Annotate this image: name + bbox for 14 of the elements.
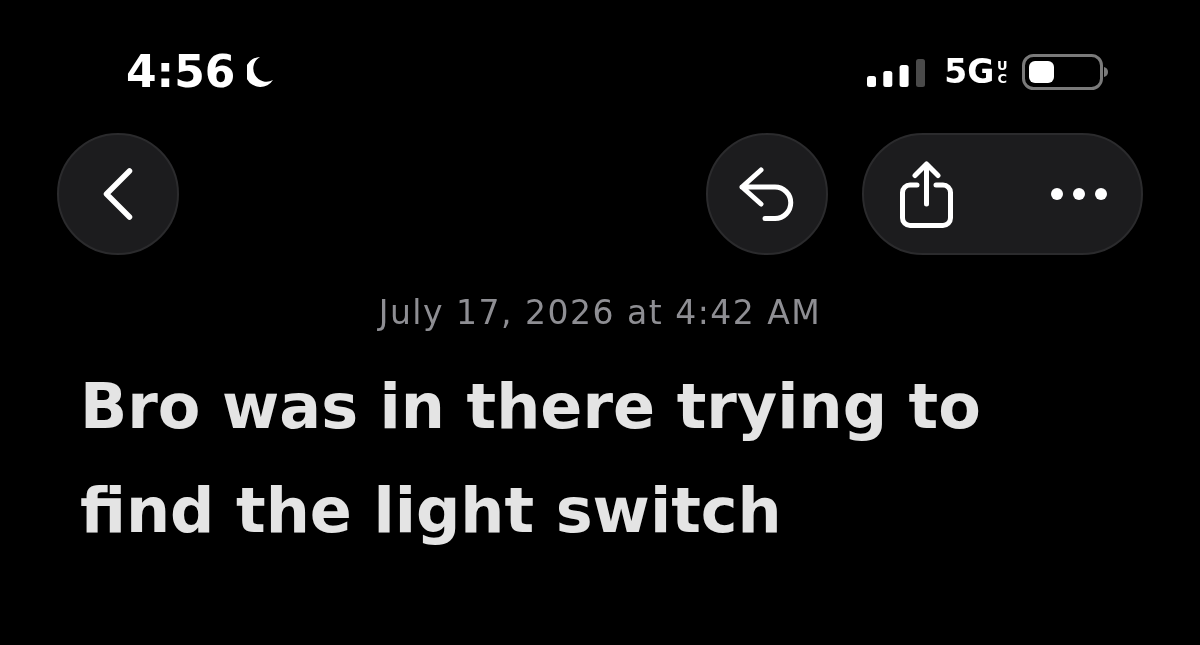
status-time: 4:56 — [126, 50, 236, 94]
note-date: July 17, 2026 at 4:42 AM — [378, 293, 822, 333]
chevron-left-icon — [103, 168, 133, 220]
network-suffix: UC — [996, 59, 1008, 85]
ellipsis-icon — [1051, 188, 1107, 200]
network-label: 5G — [944, 54, 995, 90]
share-button[interactable] — [900, 160, 953, 228]
note-title: Bro was in there trying to find the light switch — [80, 369, 982, 549]
signal-icon — [867, 59, 926, 87]
more-button[interactable] — [1051, 188, 1107, 200]
moon-icon — [247, 57, 274, 87]
curved-arrow-icon — [739, 166, 795, 222]
share-icon — [900, 160, 953, 228]
battery-icon — [1022, 54, 1108, 90]
